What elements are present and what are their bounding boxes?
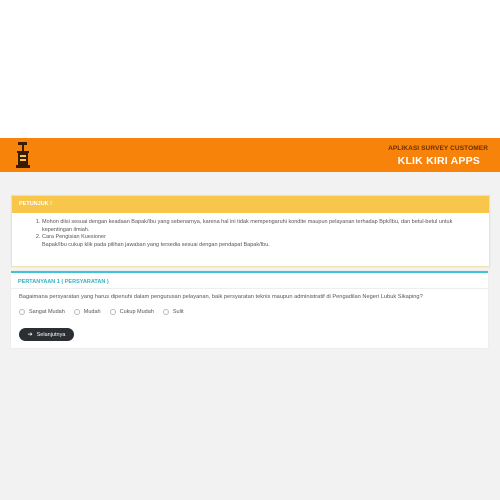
instructions-panel: PETUNJUK ! Mohon diisi sesuai dengan kea… [11,195,490,267]
option-label: Mudah [83,309,101,315]
instruction-item-2-label: Cara Pengisian Kuesioner [42,234,106,240]
instruction-subnote: Bapak/Ibu cukup klik pada pilihan jawaba… [42,241,270,248]
radio-button[interactable] [109,309,116,315]
radio-button[interactable] [73,309,80,315]
instructions-title: PETUNJUK ! [12,196,489,213]
next-button[interactable]: ➔ Selanjutnya [19,328,74,341]
question-text: Bagaimana persyaratan yang harus dipenuh… [19,294,423,300]
app-title: KLIK KIRI APPS [397,155,480,167]
option-mudah[interactable]: Mudah [73,309,101,315]
option-cukup-mudah[interactable]: Cukup Mudah [109,309,154,315]
option-sangat-mudah[interactable]: Sangat Mudah [19,309,65,315]
option-label: Sangat Mudah [29,309,65,315]
option-label: Sulit [172,309,184,315]
next-button-label: Selanjutnya [36,331,66,338]
option-label: Cukup Mudah [119,309,154,315]
question-heading: PERTANYAAN 1 ( PERSYARATAN ) [11,273,488,289]
radio-button[interactable] [19,309,25,315]
instruction-item-2: Cara Pengisian Kuesioner Bapak/Ibu cukup… [42,234,477,249]
cocktail-glass-icon [16,142,30,168]
option-sulit[interactable]: Sulit [162,309,184,315]
app-header: APLIKASI SURVEY CUSTOMER KLIK KIRI APPS [0,138,500,172]
radio-button[interactable] [162,309,169,315]
question-panel: PERTANYAAN 1 ( PERSYARATAN ) Bagaimana p… [11,271,488,348]
arrow-right-icon: ➔ [27,332,33,338]
answer-options: Sangat Mudah Mudah Cukup Mudah Sulit [11,300,488,315]
instruction-item-1: Mohon diisi sesuai dengan keadaan Bapak/… [42,219,477,234]
app-subtitle: APLIKASI SURVEY CUSTOMER [388,145,488,152]
